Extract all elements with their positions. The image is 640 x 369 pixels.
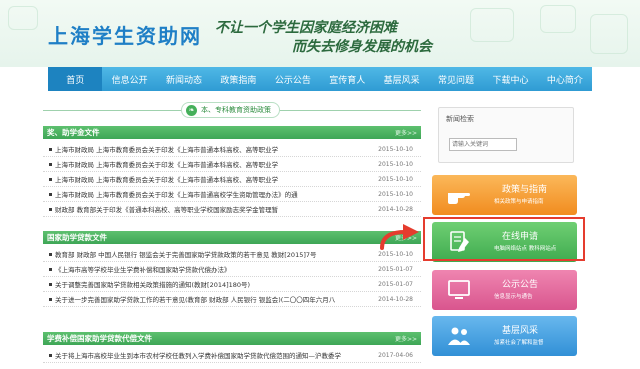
decorative-doodle — [540, 5, 576, 33]
list-item[interactable]: 关于将上海市高校毕业生到本市农村学校任教列入学费补偿国家助学贷款代偿范围的通知—… — [43, 348, 421, 363]
more-link[interactable]: 更多>> — [395, 128, 417, 137]
nav-item-policy[interactable]: 政策指南 — [211, 67, 265, 91]
list-item[interactable]: 关于进一步完善国家助学贷款工作的若干意见(教育部 财政部 人民银行 银监会)(二… — [43, 292, 421, 307]
news-search-box: 新闻检索 — [438, 107, 574, 163]
people-icon — [448, 327, 470, 345]
bullet-icon — [49, 147, 52, 151]
nav-item-news[interactable]: 新闻动态 — [157, 67, 211, 91]
nav-item-home[interactable]: 首页 — [48, 67, 103, 91]
red-arrow-icon — [380, 224, 419, 250]
nav-item-announcements[interactable]: 公示公告 — [266, 67, 320, 91]
more-link[interactable]: 更多>> — [395, 334, 417, 343]
search-input[interactable] — [449, 138, 517, 151]
tile-title: 基层风采 — [502, 326, 539, 336]
list-item[interactable]: 上海市财政局 上海市教育委员会关于印发《上海市普通高校学生资助管理办法》的通 20… — [43, 187, 421, 202]
nav-item-info-public[interactable]: 信息公开 — [102, 67, 156, 91]
tile-title: 政策与指南 — [502, 185, 548, 195]
header-banner: 上海学生资助网 不让一个学生因家庭经济困难 而失去修身发展的机会 — [0, 0, 640, 67]
section-loan-compensation: 学费补偿国家助学贷款代偿文件 更多>> 关于将上海市高校毕业生到本市农村学校任教… — [43, 332, 421, 363]
bullet-icon — [49, 177, 52, 181]
monitor-icon — [448, 280, 470, 299]
list-item-title[interactable]: 关于调整完善国家助学贷款相关政策措施的通知(教财[2014]180号) — [55, 279, 250, 289]
list-item-date: 2014-10-28 — [378, 295, 413, 303]
list-item[interactable]: 上海市财政局 上海市教育委员会关于印发《上海市普通本科高校、高等职业学 2015-… — [43, 157, 421, 172]
list-item[interactable]: 教育部 财政部 中国人民银行 银监会关于完善国家助学贷款政策的若干意见 教财[2… — [43, 247, 421, 262]
bullet-icon — [49, 297, 52, 301]
bullet-icon — [49, 353, 52, 357]
nav-item-grassroots[interactable]: 基层风采 — [374, 67, 428, 91]
list-item-date: 2015-10-10 — [378, 190, 413, 198]
list-item-title[interactable]: 关于进一步完善国家助学贷款工作的若干意见(教育部 财政部 人民银行 银监会)(二… — [55, 294, 335, 304]
policy-tab[interactable]: ❧ 本、专科教育资助政策 — [181, 102, 280, 118]
list-item-date: 2015-01-07 — [378, 280, 413, 288]
slogan-line-2: 而失去修身发展的机会 — [292, 39, 432, 55]
tile-title: 公示公告 — [502, 280, 539, 290]
list-item-title[interactable]: 上海市财政局 上海市教育委员会关于印发《上海市普通本科高校、高等职业学 — [55, 174, 278, 184]
list-item[interactable]: 《上海市高等学校毕业生学费补偿和国家助学贷款代偿办法》 2015-01-07 — [43, 262, 421, 277]
list-item-title[interactable]: 《上海市高等学校毕业生学费补偿和国家助学贷款代偿办法》 — [55, 264, 231, 274]
section-header: 奖、助学金文件 更多>> — [43, 126, 421, 139]
list-item-date: 2014-10-28 — [378, 205, 413, 213]
list-item-title[interactable]: 上海市财政局 上海市教育委员会关于印发《上海市普通本科高校、高等职业学 — [55, 144, 278, 154]
page: 上海学生资助网 不让一个学生因家庭经济困难 而失去修身发展的机会 首页 信息公开… — [0, 0, 640, 369]
tile-grassroots[interactable]: 基层风采 加紧社会了解和监督 — [432, 316, 577, 356]
decorative-doodle — [590, 14, 628, 54]
list-item-title[interactable]: 上海市财政局 上海市教育委员会关于印发《上海市普通本科高校、高等职业学 — [55, 159, 278, 169]
list-item[interactable]: 关于调整完善国家助学贷款相关政策措施的通知(教财[2014]180号) 2015-… — [43, 277, 421, 292]
list-item-title[interactable]: 教育部 财政部 中国人民银行 银监会关于完善国家助学贷款政策的若干意见 教财[2… — [55, 249, 317, 259]
section-student-loans: 国家助学贷款文件 更多>> 教育部 财政部 中国人民银行 银监会关于完善国家助学… — [43, 231, 421, 307]
bullet-icon — [49, 282, 52, 286]
main-content: ❧ 本、专科教育资助政策 奖、助学金文件 更多>> 上海市财政局 上海市教育委员… — [43, 100, 421, 369]
section-scholarships: 奖、助学金文件 更多>> 上海市财政局 上海市教育委员会关于印发《上海市普通本科… — [43, 126, 421, 217]
section-title: 国家助学贷款文件 — [47, 233, 107, 242]
section-header: 国家助学贷款文件 更多>> — [43, 231, 421, 244]
list-item[interactable]: 财政部 教育部关于印发《普通本科高校、高等职业学校国家励志奖学金管理暂 2014-… — [43, 202, 421, 217]
document-pen-icon — [450, 231, 469, 252]
list-item-date: 2015-01-07 — [378, 265, 413, 273]
nav-item-faq[interactable]: 常见问题 — [429, 67, 483, 91]
hand-pointing-icon — [448, 193, 470, 204]
tile-title: 在线申请 — [502, 232, 539, 242]
tile-subtitle: 相关政策与申请指南 — [494, 199, 544, 205]
list-item-title[interactable]: 上海市财政局 上海市教育委员会关于印发《上海市普通高校学生资助管理办法》的通 — [55, 189, 298, 199]
tile-announcements[interactable]: 公示公告 信息显示与通告 — [432, 270, 577, 310]
tile-subtitle: 加紧社会了解和监督 — [494, 340, 544, 346]
tile-subtitle: 电脑网络站点 教科网站点 — [494, 246, 557, 252]
decorative-doodle — [8, 6, 38, 30]
list-item-title[interactable]: 财政部 教育部关于印发《普通本科高校、高等职业学校国家励志奖学金管理暂 — [55, 204, 278, 214]
bullet-icon — [49, 267, 52, 271]
list-item-date: 2015-10-10 — [378, 145, 413, 153]
bullet-icon — [49, 192, 52, 196]
section-title: 奖、助学金文件 — [47, 128, 100, 137]
list-item-title[interactable]: 关于将上海市高校毕业生到本市农村学校任教列入学费补偿国家助学贷款代偿范围的通知—… — [55, 350, 341, 360]
list-item-date: 2017-04-06 — [378, 351, 413, 359]
policy-tab-label: 本、专科教育资助政策 — [201, 106, 271, 114]
search-label: 新闻检索 — [446, 115, 474, 123]
leaf-icon: ❧ — [186, 104, 197, 116]
tile-policy-guide[interactable]: 政策与指南 相关政策与申请指南 — [432, 175, 577, 215]
tile-subtitle: 信息显示与通告 — [494, 294, 533, 300]
nav-item-education[interactable]: 宣传育人 — [320, 67, 374, 91]
site-title[interactable]: 上海学生资助网 — [48, 20, 202, 49]
decorative-doodle — [470, 8, 514, 42]
list-item-date: 2015-10-10 — [378, 175, 413, 183]
section-title: 学费补偿国家助学贷款代偿文件 — [47, 334, 152, 343]
nav-item-about[interactable]: 中心简介 — [538, 67, 592, 91]
bullet-icon — [49, 162, 52, 166]
main-nav: 首页 信息公开 新闻动态 政策指南 公示公告 宣传育人 基层风采 常见问题 下载… — [48, 67, 592, 91]
bullet-icon — [49, 207, 52, 211]
tile-online-application[interactable]: 在线申请 电脑网络站点 教科网站点 — [432, 222, 577, 262]
list-item[interactable]: 上海市财政局 上海市教育委员会关于印发《上海市普通本科高校、高等职业学 2015-… — [43, 142, 421, 157]
slogan-line-1: 不让一个学生因家庭经济困难 — [215, 20, 397, 36]
list-item-date: 2015-10-10 — [378, 160, 413, 168]
list-item[interactable]: 上海市财政局 上海市教育委员会关于印发《上海市普通本科高校、高等职业学 2015-… — [43, 172, 421, 187]
nav-item-downloads[interactable]: 下载中心 — [483, 67, 537, 91]
bullet-icon — [49, 252, 52, 256]
section-header: 学费补偿国家助学贷款代偿文件 更多>> — [43, 332, 421, 345]
sidebar: 新闻检索 政策与指南 相关政策与申请指南 在线申请 电脑网络站点 教科网站点 — [425, 100, 585, 369]
